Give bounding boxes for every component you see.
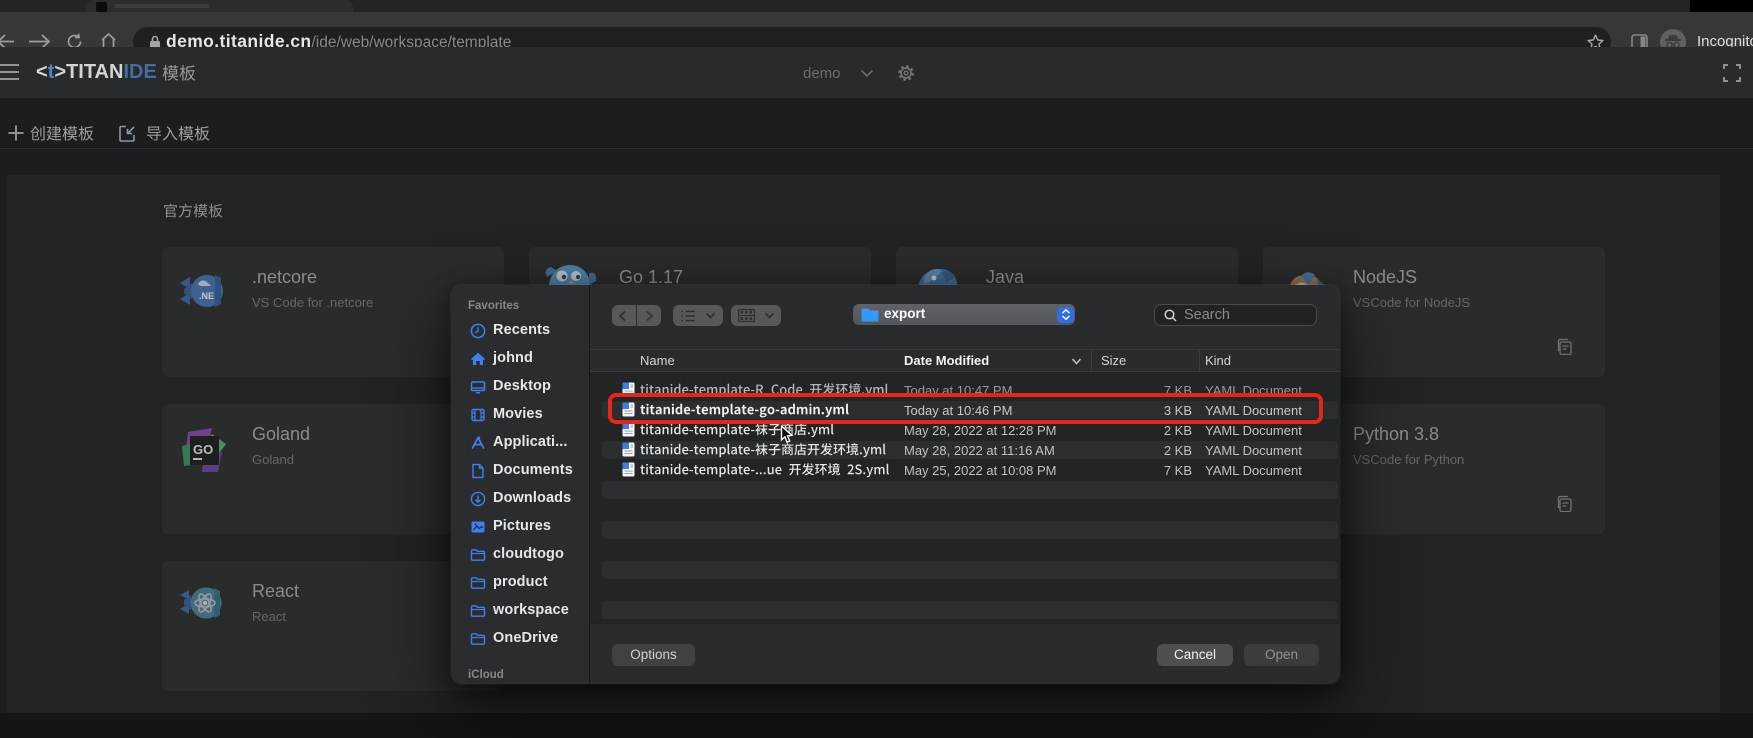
svg-text:.NE: .NE [199, 291, 214, 301]
svg-text:GO: GO [193, 442, 213, 457]
